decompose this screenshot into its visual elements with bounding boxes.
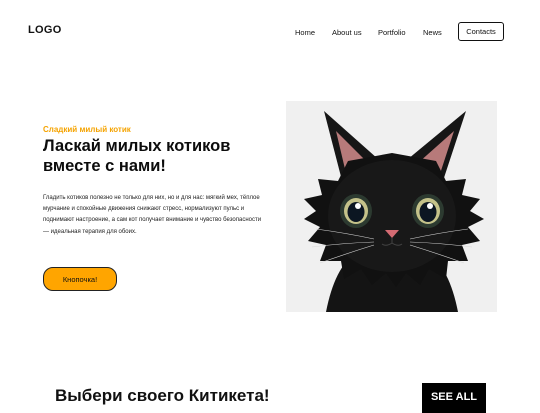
black-kitten-illustration (286, 101, 497, 312)
kitten-image (286, 101, 497, 312)
nav-portfolio[interactable]: Portfolio (378, 28, 406, 37)
nav-about-us[interactable]: About us (332, 28, 362, 37)
hero-eyebrow: Сладкий милый котик (43, 125, 131, 134)
logo[interactable]: LOGO (28, 24, 62, 36)
contacts-button[interactable]: Contacts (458, 22, 504, 41)
hero-description: Гладить котиков полезно не только для ни… (43, 195, 262, 235)
hero-cta-button[interactable]: Кнопочка! (43, 267, 117, 291)
hero-headline: Ласкай милых котиков вместе с нами! (43, 137, 231, 175)
nav-news[interactable]: News (423, 28, 442, 37)
nav-home[interactable]: Home (295, 28, 315, 37)
see-all-button[interactable]: SEE ALL (422, 383, 486, 413)
section-title: Выбери своего Китикета! (55, 386, 270, 405)
